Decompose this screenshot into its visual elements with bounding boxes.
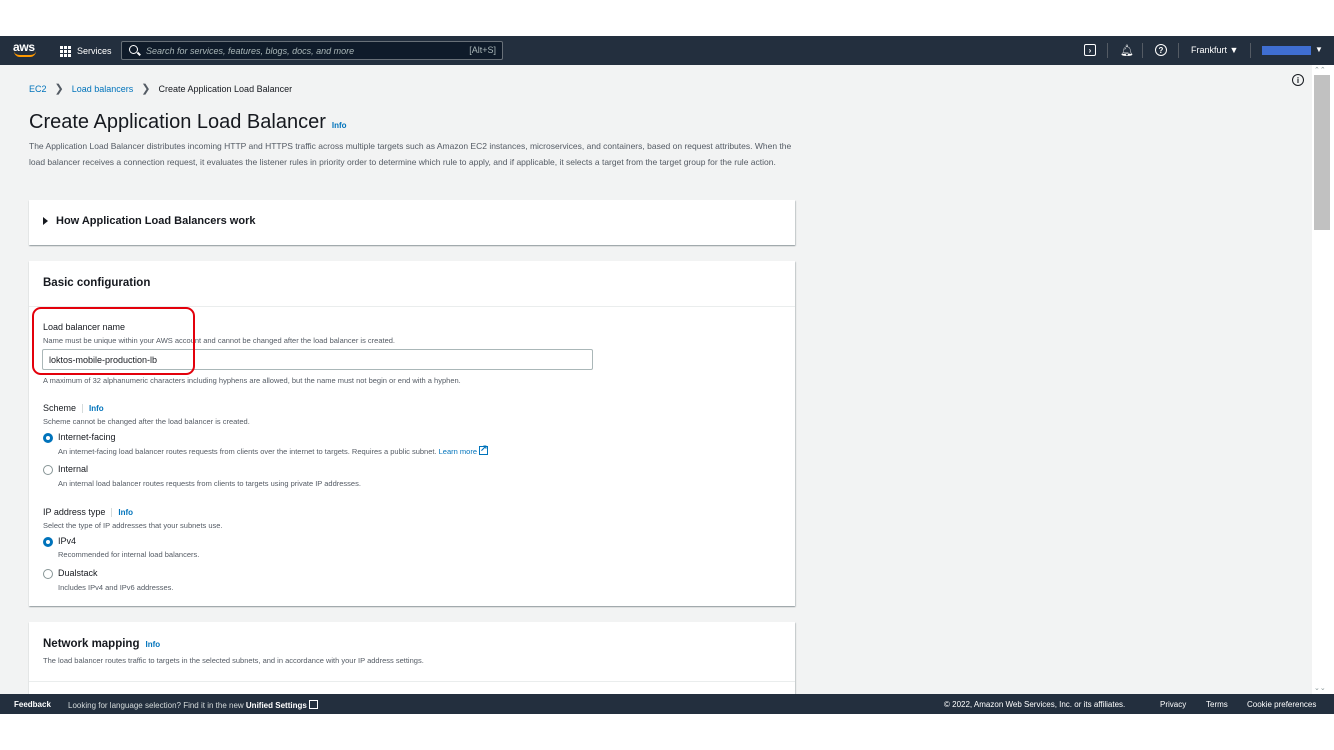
panel-header: Basic configuration xyxy=(29,261,795,307)
chevron-right-icon: ❯ xyxy=(141,83,151,95)
nav-divider xyxy=(1178,43,1179,58)
how-it-works-panel: How Application Load Balancers work xyxy=(29,200,795,245)
page-info-link[interactable]: Info xyxy=(332,121,347,130)
language-notice-text: Looking for language selection? Find it … xyxy=(68,701,244,710)
external-link-icon[interactable] xyxy=(308,700,318,709)
breadcrumb-ec2[interactable]: EC2 xyxy=(29,84,47,94)
scheme-description: Scheme cannot be changed after the load … xyxy=(43,417,250,426)
search-shortcut: [Alt+S] xyxy=(469,45,496,55)
region-selector[interactable]: Frankfurt ▼ xyxy=(1191,45,1238,55)
search-icon xyxy=(129,45,138,54)
services-menu-button[interactable]: Services xyxy=(60,44,112,58)
ipv4-label[interactable]: IPv4 xyxy=(58,536,76,546)
internet-facing-label[interactable]: Internet-facing xyxy=(58,432,116,442)
how-it-works-label: How Application Load Balancers work xyxy=(56,215,256,227)
terms-link[interactable]: Terms xyxy=(1206,700,1228,709)
language-notice: Looking for language selection? Find it … xyxy=(68,700,318,710)
help-icon[interactable]: ? xyxy=(1155,44,1167,56)
aws-logo[interactable]: aws xyxy=(13,40,39,60)
network-mapping-info-link[interactable]: Info xyxy=(145,640,160,649)
bell-icon[interactable]: 🔔︎ xyxy=(1120,43,1134,57)
breadcrumb-current: Create Application Load Balancer xyxy=(158,83,293,94)
network-mapping-title: Network mapping xyxy=(43,638,140,650)
unified-settings-link[interactable]: Unified Settings xyxy=(246,701,307,710)
caret-right-icon xyxy=(43,217,48,225)
divider xyxy=(29,681,795,682)
internet-facing-desc-text: An internet-facing load balancer routes … xyxy=(58,447,437,456)
page-header: Create Application Load Balancer Info xyxy=(29,111,347,134)
footer: Feedback Looking for language selection?… xyxy=(0,694,1334,714)
internet-facing-description: An internet-facing load balancer routes … xyxy=(58,443,488,456)
nav-divider xyxy=(1250,43,1251,58)
scrollbar-thumb[interactable] xyxy=(1314,75,1330,230)
network-mapping-header: Network mapping Info xyxy=(43,638,160,650)
page-description: The Application Load Balancer distribute… xyxy=(29,141,792,167)
scheme-info-link[interactable]: Info xyxy=(89,404,104,413)
internal-description: An internal load balancer routes request… xyxy=(58,479,361,488)
nav-divider xyxy=(1142,43,1143,58)
grid-icon xyxy=(60,45,71,57)
divider xyxy=(111,507,113,517)
breadcrumb-load-balancers[interactable]: Load balancers xyxy=(72,84,134,94)
nav-divider xyxy=(1107,43,1108,58)
services-label: Services xyxy=(77,46,112,56)
basic-configuration-title: Basic configuration xyxy=(43,277,151,289)
radio-internal[interactable] xyxy=(43,465,53,475)
search-input[interactable] xyxy=(146,44,446,57)
load-balancer-name-hint: A maximum of 32 alphanumeric characters … xyxy=(43,376,461,385)
radio-internet-facing[interactable] xyxy=(43,433,53,443)
how-it-works-toggle[interactable]: How Application Load Balancers work xyxy=(43,215,255,227)
search-box[interactable]: [Alt+S] xyxy=(121,41,503,60)
scroll-up-icon[interactable]: ⌃⌃ xyxy=(1314,66,1326,74)
account-caret-icon[interactable]: ▼ xyxy=(1315,45,1323,54)
ip-type-description: Select the type of IP addresses that you… xyxy=(43,521,223,530)
scheme-label: Scheme xyxy=(43,403,77,413)
top-navigation: aws Services [Alt+S] › 🔔︎ ? Frankfurt ▼ … xyxy=(0,36,1334,65)
basic-configuration-panel: Basic configuration Load balancer name N… xyxy=(29,261,795,606)
breadcrumb: EC2 ❯ Load balancers ❯ Create Applicatio… xyxy=(29,82,292,95)
scheme-label-row: Scheme Info xyxy=(43,403,104,413)
radio-dualstack[interactable] xyxy=(43,569,53,579)
cookie-preferences-link[interactable]: Cookie preferences xyxy=(1247,700,1316,709)
account-menu[interactable] xyxy=(1262,46,1311,55)
internal-label[interactable]: Internal xyxy=(58,464,88,474)
network-mapping-description: The load balancer routes traffic to targ… xyxy=(43,656,424,665)
cloudshell-icon[interactable]: › xyxy=(1084,44,1096,56)
highlight-annotation xyxy=(32,307,195,375)
divider xyxy=(82,403,84,413)
dualstack-label[interactable]: Dualstack xyxy=(58,568,98,578)
feedback-link[interactable]: Feedback xyxy=(14,700,51,709)
scroll-down-icon[interactable]: ⌄⌄ xyxy=(1314,684,1326,692)
network-mapping-panel: Network mapping Info The load balancer r… xyxy=(29,622,795,694)
main-content: EC2 ❯ Load balancers ❯ Create Applicatio… xyxy=(0,65,1312,694)
copyright: © 2022, Amazon Web Services, Inc. or its… xyxy=(944,700,1126,709)
aws-smile-icon xyxy=(14,51,36,57)
privacy-link[interactable]: Privacy xyxy=(1160,700,1186,709)
ip-type-info-link[interactable]: Info xyxy=(118,508,133,517)
ip-type-label: IP address type xyxy=(43,507,106,517)
external-link-icon[interactable] xyxy=(479,443,488,455)
dualstack-description: Includes IPv4 and IPv6 addresses. xyxy=(58,583,174,592)
learn-more-link[interactable]: Learn more xyxy=(439,447,477,456)
ip-type-label-row: IP address type Info xyxy=(43,507,133,517)
chevron-right-icon: ❯ xyxy=(54,83,64,95)
page-title: Create Application Load Balancer xyxy=(29,111,326,133)
ipv4-description: Recommended for internal load balancers. xyxy=(58,550,200,559)
radio-ipv4[interactable] xyxy=(43,537,53,547)
info-panel-icon[interactable]: i xyxy=(1292,74,1304,86)
